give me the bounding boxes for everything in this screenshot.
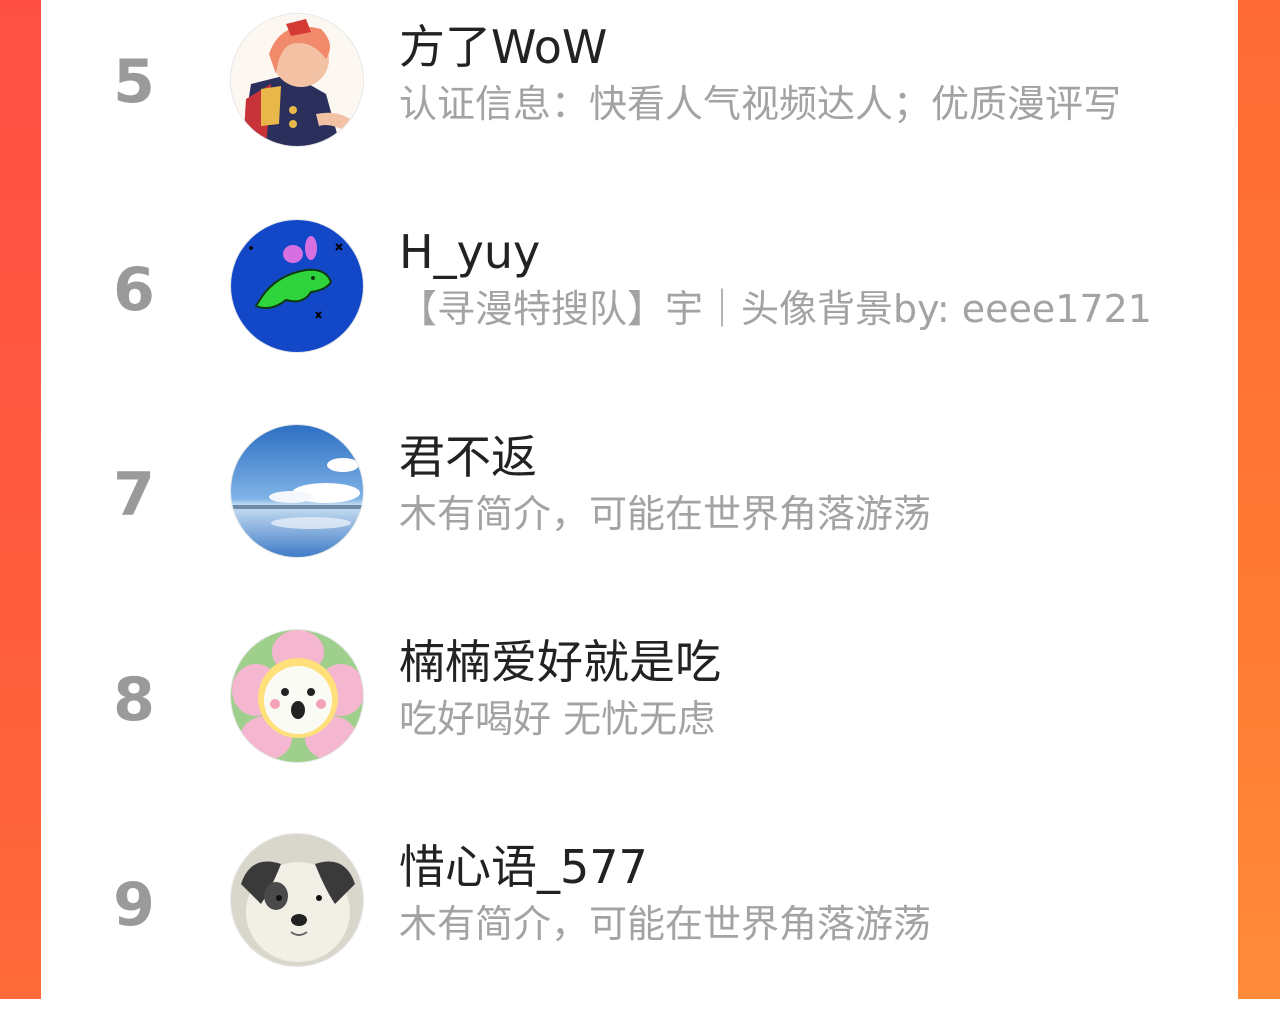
user-name[interactable]: 楠楠爱好就是吃 [399, 636, 721, 688]
dog-avatar-icon[interactable] [230, 833, 364, 967]
rank-number: 7 [113, 460, 155, 530]
ranking-row[interactable]: 8 楠楠爱好就是吃 吃好喝好 无忧无虑 [41, 615, 1238, 820]
user-name[interactable]: 君不返 [399, 431, 537, 483]
user-description: 木有简介，可能在世界角落游荡 [399, 902, 932, 946]
user-description: 认证信息：快看人气视频达人；优质漫评写 [399, 82, 1122, 126]
ranking-list: 5 方了WoW 认证信息：快看人气视频达人；优质漫评写 6 H_yuy 【寻漫特… [41, 0, 1238, 999]
flower-plush-avatar-icon[interactable] [230, 629, 364, 763]
anime-character-avatar-icon[interactable] [230, 13, 364, 147]
user-name[interactable]: 方了WoW [399, 21, 607, 73]
ranking-row[interactable]: 6 H_yuy 【寻漫特搜队】宇｜头像背景by: eeee1721 [41, 205, 1238, 410]
green-bunny-avatar-icon[interactable] [230, 219, 364, 353]
page-background-right [1238, 0, 1280, 999]
user-name[interactable]: 惜心语_577 [399, 841, 648, 893]
user-description: 【寻漫特搜队】宇｜头像背景by: eeee1721 [399, 287, 1152, 331]
rank-number: 9 [113, 870, 155, 940]
ranking-row[interactable]: 9 惜心语_577 木有简介，可能在世界角落游荡 [41, 820, 1238, 1025]
page-background-left [0, 0, 41, 999]
user-name[interactable]: H_yuy [399, 226, 540, 278]
rank-number: 6 [113, 255, 155, 325]
sky-lake-avatar-icon[interactable] [230, 424, 364, 558]
ranking-row[interactable]: 5 方了WoW 认证信息：快看人气视频达人；优质漫评写 [41, 0, 1238, 205]
user-description: 吃好喝好 无忧无虑 [399, 697, 716, 741]
ranking-row[interactable]: 7 君不返 木有简介，可能在世界角落游荡 [41, 410, 1238, 615]
rank-number: 5 [113, 47, 155, 117]
user-description: 木有简介，可能在世界角落游荡 [399, 492, 932, 536]
rank-number: 8 [113, 665, 155, 735]
